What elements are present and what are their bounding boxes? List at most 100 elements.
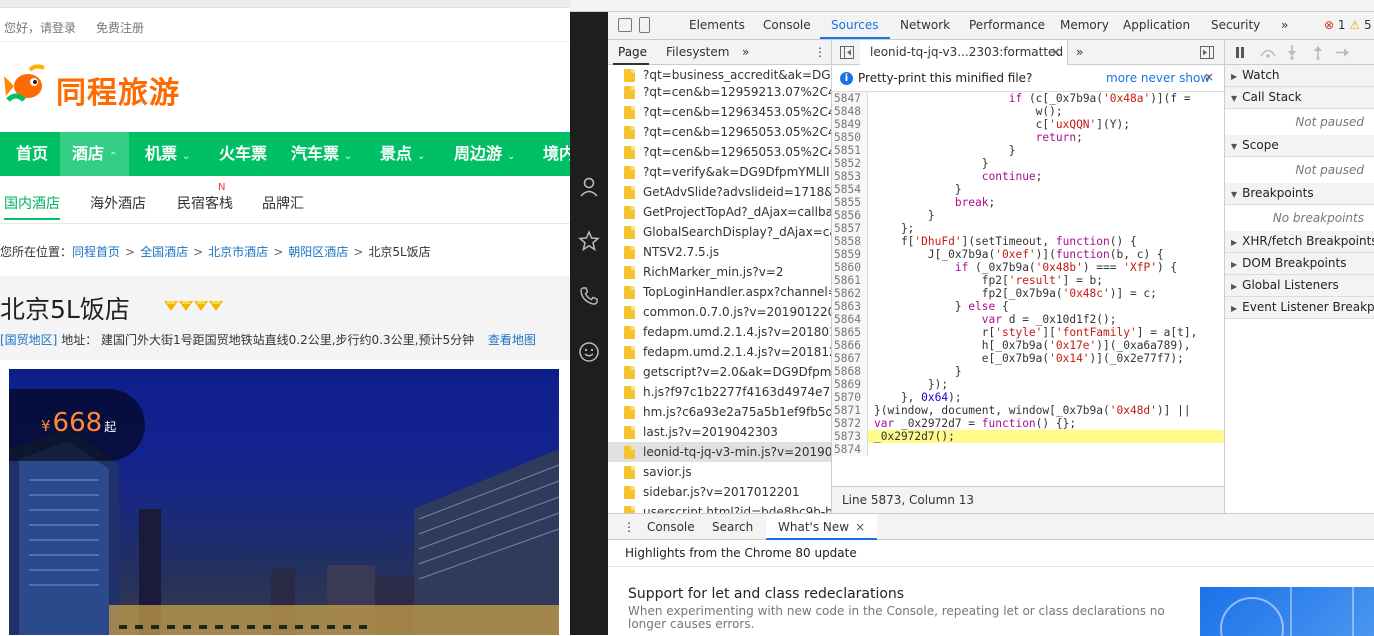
subnav-domestic-hotels[interactable]: 国内酒店 [4,193,60,220]
never-show-link[interactable]: more never show [1106,71,1210,85]
line-number[interactable]: 5862 [832,287,868,300]
code-line[interactable]: 5848 w(); [832,105,1224,118]
code-line[interactable]: 5852 } [832,157,1224,170]
more-tabs-icon[interactable]: » [1076,45,1083,59]
code-line[interactable]: 5858 f['DhuFd'](setTimeout, function() { [832,235,1224,248]
line-number[interactable]: 5854 [832,183,868,196]
file-item-selected[interactable]: leonid-tq-jq-v3-min.js?v=20190423 [608,442,831,462]
more-tabs-icon[interactable]: » [1281,18,1288,32]
nav-train[interactable]: 火车票 [219,132,267,176]
file-item[interactable]: GetAdvSlide?advslideid=1718&_dA [608,182,831,202]
code-line[interactable]: 5859 J[_0x7b9a('0xef')](function(b, c) { [832,248,1224,261]
device-toolbar-icon[interactable] [639,17,650,33]
file-item[interactable]: GetProjectTopAd?_dAjax=callback& [608,202,831,222]
person-icon[interactable] [578,176,600,198]
toggle-debugger-icon[interactable] [1200,46,1214,59]
breadcrumb-link[interactable]: 同程首页 [72,245,120,259]
tab-network[interactable]: Network [900,18,950,32]
section-global-listeners[interactable]: ▶ Global Listeners [1225,275,1374,297]
line-number[interactable]: 5864 [832,313,868,326]
file-item[interactable]: TopLoginHandler.aspx?channel=hot [608,282,831,302]
drawer-tab-search[interactable]: Search [712,520,753,534]
close-icon[interactable]: × [1204,70,1214,84]
more-tabs-icon[interactable]: » [742,45,749,59]
code-line[interactable]: 5865 r['style']['fontFamily'] = a[t], [832,326,1224,339]
file-item[interactable]: sidebar.js?v=2017012201 [608,482,831,502]
line-number[interactable]: 5849 [832,118,868,131]
line-number[interactable]: 5873 [832,430,868,443]
line-number[interactable]: 5870 [832,391,868,404]
toggle-navigator-icon[interactable] [840,46,854,59]
code-line[interactable]: 5864 var d = _0x10d1f2(); [832,313,1224,326]
file-item[interactable]: common.0.7.0.js?v=2019012201 [608,302,831,322]
file-item[interactable]: last.js?v=2019042303 [608,422,831,442]
breadcrumb-link[interactable]: 全国酒店 [140,245,188,259]
line-number[interactable]: 5869 [832,378,868,391]
code-line[interactable]: 5855 break; [832,196,1224,209]
line-number[interactable]: 5848 [832,105,868,118]
file-item[interactable]: userscript.html?id=bde8bc9b-b668 [608,502,831,513]
line-number[interactable]: 5858 [832,235,868,248]
file-item[interactable]: getscript?v=2.0&ak=DG9DfpmYML [608,362,831,382]
nav-nearby[interactable]: 周边游 ⌄ [454,132,515,176]
line-number[interactable]: 5861 [832,274,868,287]
phone-icon[interactable] [578,285,600,307]
close-icon[interactable]: × [855,520,865,534]
nav-domestic[interactable]: 境内 [543,132,570,176]
line-number[interactable]: 5853 [832,170,868,183]
line-number[interactable]: 5871 [832,404,868,417]
line-number[interactable]: 5856 [832,209,868,222]
code-line[interactable]: 5850 return; [832,131,1224,144]
code-line[interactable]: 5874 [832,443,1224,456]
line-number[interactable]: 5866 [832,339,868,352]
code-line[interactable]: 5869 }); [832,378,1224,391]
code-line[interactable]: 5860 if (_0x7b9a('0x48b') === 'XfP') { [832,261,1224,274]
code-line[interactable]: 5856 } [832,209,1224,222]
step-out-icon[interactable] [1313,45,1323,60]
nav-hotel[interactable]: 酒店 ⌃ [60,132,130,176]
section-scope[interactable]: ▼ Scope [1225,135,1374,157]
section-call-stack[interactable]: ▼ Call Stack [1225,87,1374,109]
subnav-homestays[interactable]: 民宿客栈 [177,193,233,213]
step-into-icon[interactable] [1287,45,1297,60]
file-item[interactable]: h.js?f97c1b2277f4163d4974e7b5c8 [608,382,831,402]
line-number[interactable]: 5867 [832,352,868,365]
file-item[interactable]: ?qt=cen&b=12959213.07%2C48222 [608,82,831,102]
code-view[interactable]: 5847 if (c[_0x7b9a('0x48a')](f = 5848 w()… [832,92,1224,486]
code-line[interactable]: 5854 } [832,183,1224,196]
line-number[interactable]: 5874 [832,443,868,456]
file-item[interactable]: savior.js [608,462,831,482]
section-xhr-breakpoints[interactable]: ▶ XHR/fetch Breakpoints [1225,231,1374,253]
star-icon[interactable] [578,230,600,252]
step-over-icon[interactable] [1259,47,1277,58]
breadcrumb-link[interactable]: 北京市酒店 [208,245,268,259]
file-item[interactable]: RichMarker_min.js?v=2 [608,262,831,282]
area-tag-link[interactable]: [国贸地区] [0,333,57,347]
code-line[interactable]: 5862 fp2[_0x7b9a('0x48c')] = c; [832,287,1224,300]
tab-sources[interactable]: Sources [831,18,878,32]
breadcrumb-link[interactable]: 朝阳区酒店 [288,245,348,259]
tab-page[interactable]: Page [618,45,647,59]
view-map-link[interactable]: 查看地图 [488,333,536,347]
login-link[interactable]: 您好，请登录 [4,19,76,36]
tongcheng-logo[interactable]: 同程旅游 [4,62,194,112]
line-number[interactable]: 5852 [832,157,868,170]
section-event-listener-breakpoints[interactable]: ▶Event Listener Breakpoints [1225,297,1374,319]
code-line[interactable]: 5847 if (c[_0x7b9a('0x48a')](f = [832,92,1224,105]
code-line[interactable]: 5861 fp2['result'] = b; [832,274,1224,287]
line-number[interactable]: 5868 [832,365,868,378]
nav-flight[interactable]: 机票 ⌄ [145,132,190,176]
code-line[interactable]: 5871}(window, document, window[_0x7b9a('… [832,404,1224,417]
issues-counter[interactable]: ⊗ 1 ⚠ 5 [1324,18,1372,32]
tab-filesystem[interactable]: Filesystem [666,45,729,59]
smiley-icon[interactable] [578,341,600,363]
code-line[interactable]: 5863 } else { [832,300,1224,313]
file-item[interactable]: ?qt=cen&b=12965053.05%2C48265 [608,122,831,142]
code-line[interactable]: 5872 var _0x2972d7 = function() {}; [832,417,1224,430]
line-number[interactable]: 5859 [832,248,868,261]
tab-performance[interactable]: Performance [969,18,1045,32]
code-line[interactable]: 5868 } [832,365,1224,378]
code-line[interactable]: 5867 e[_0x7b9a('0x14')](_0x2e77f7); [832,352,1224,365]
code-line[interactable]: 5851 } [832,144,1224,157]
nav-bus[interactable]: 汽车票 ⌄ [291,132,352,176]
